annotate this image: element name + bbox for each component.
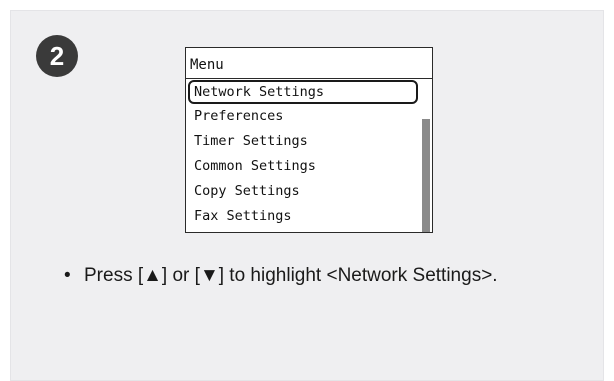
instruction-bullet-item: • Press [▲] or [▼] to highlight <Network… bbox=[64, 263, 504, 289]
step-number-badge: 2 bbox=[36, 35, 78, 77]
menu-item-timer-settings[interactable]: Timer Settings bbox=[188, 129, 418, 153]
menu-item-copy-settings[interactable]: Copy Settings bbox=[188, 179, 418, 203]
lcd-scroll-thumb[interactable] bbox=[422, 119, 430, 232]
menu-item-common-settings[interactable]: Common Settings bbox=[188, 154, 418, 178]
lcd-scrollbar[interactable] bbox=[420, 79, 432, 232]
bullet-point: • bbox=[64, 265, 71, 286]
device-lcd-screen: Menu Network Settings Preferences Timer … bbox=[185, 47, 433, 233]
instruction-text: Press [▲] or [▼] to highlight <Network S… bbox=[84, 265, 498, 286]
lcd-menu-title: Menu bbox=[186, 48, 432, 79]
menu-item-fax-settings[interactable]: Fax Settings bbox=[188, 204, 418, 228]
lcd-menu-list: Network Settings Preferences Timer Setti… bbox=[186, 79, 421, 232]
menu-item-network-settings[interactable]: Network Settings bbox=[188, 80, 418, 104]
menu-item-preferences[interactable]: Preferences bbox=[188, 104, 418, 128]
